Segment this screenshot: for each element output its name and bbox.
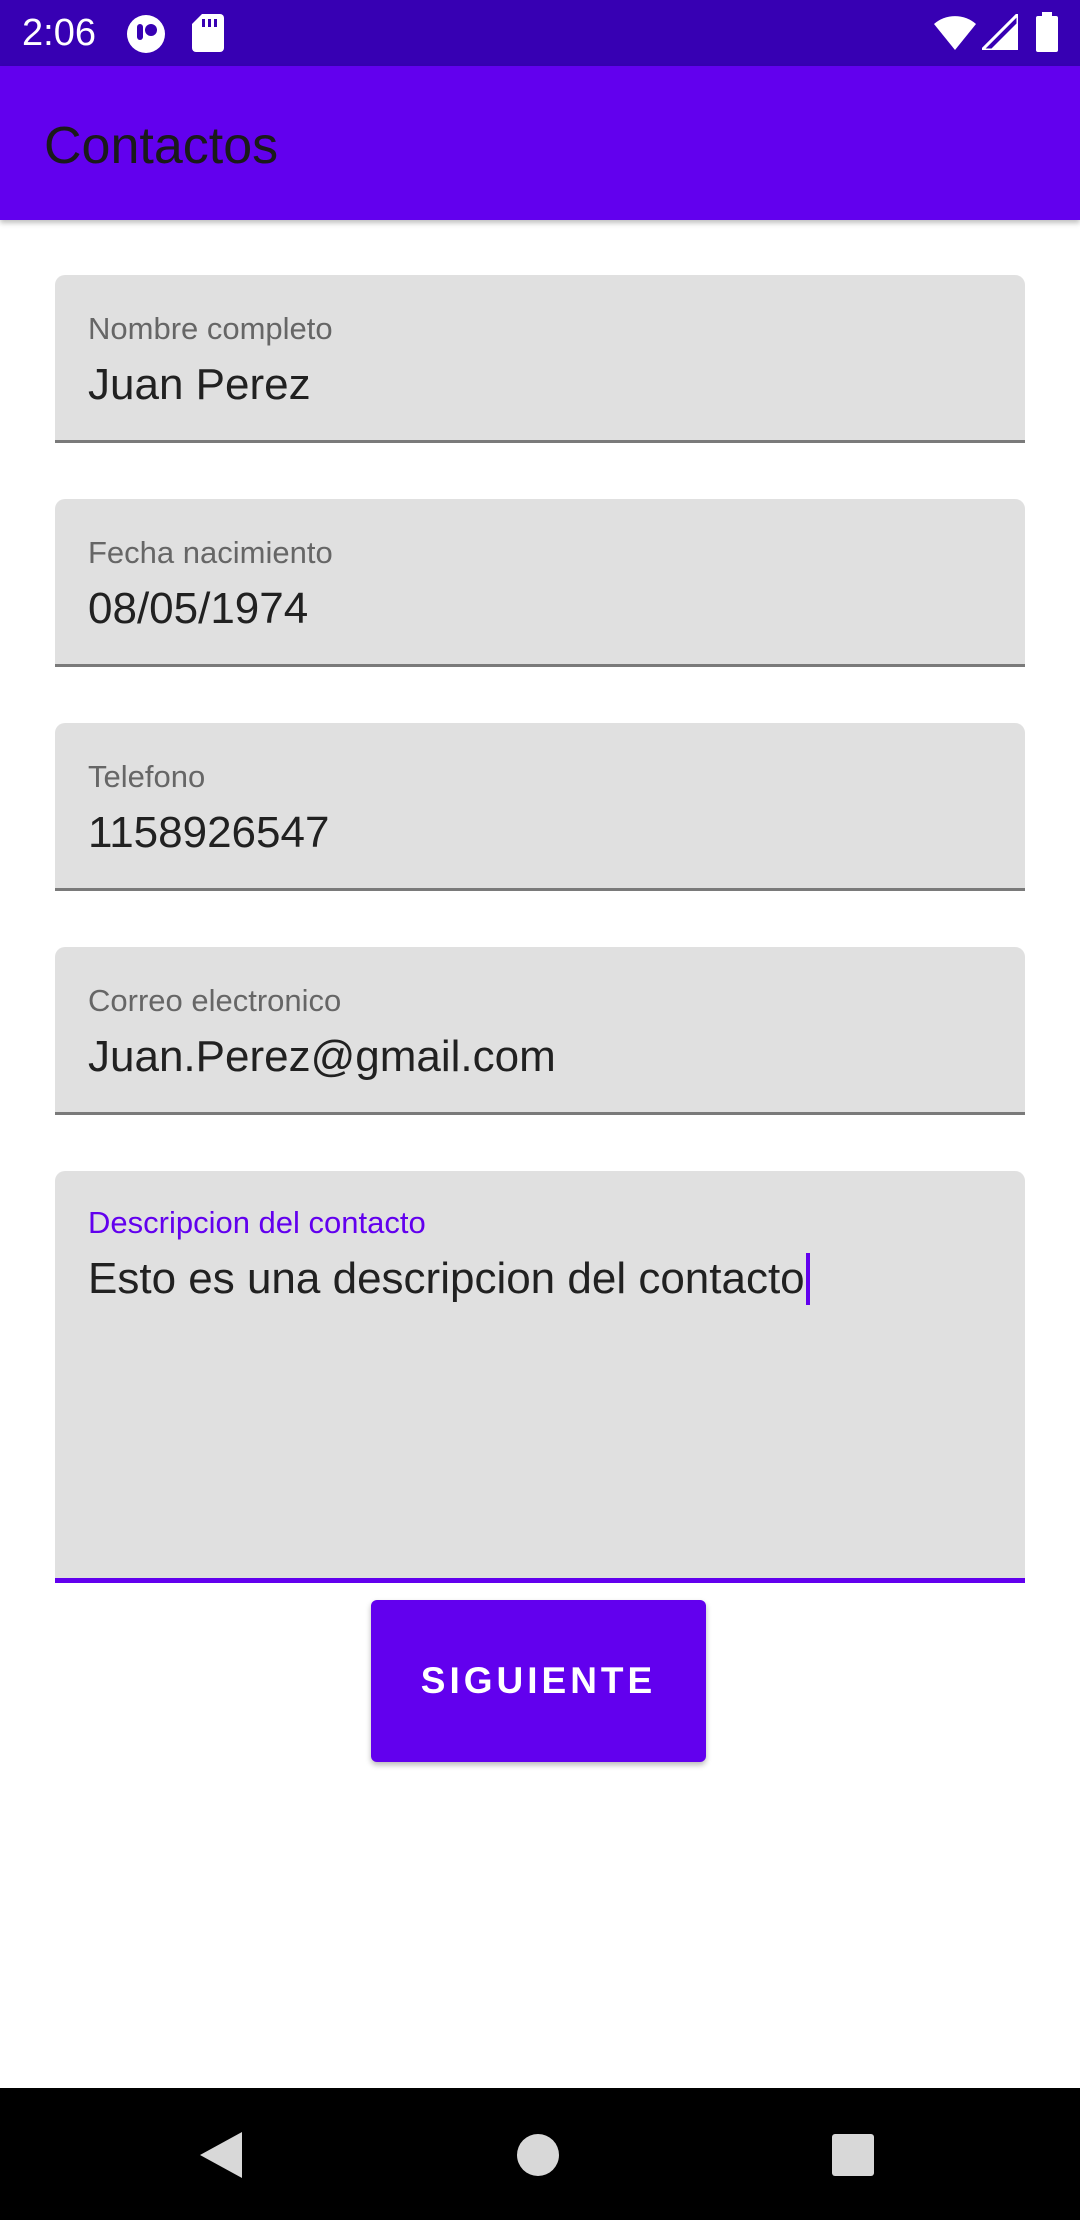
wifi-icon xyxy=(934,14,976,50)
field-value[interactable]: Juan.Perez@gmail.com xyxy=(88,1031,556,1083)
navigation-bar xyxy=(0,2088,1080,2220)
field-label: Fecha nacimiento xyxy=(88,535,333,570)
field-value[interactable]: Juan Perez xyxy=(88,359,311,411)
back-icon[interactable] xyxy=(196,2128,256,2182)
app-bar: Contactos xyxy=(0,66,1080,220)
next-button[interactable]: SIGUIENTE xyxy=(371,1600,706,1762)
email-field[interactable]: Correo electronico Juan.Perez@gmail.com xyxy=(55,947,1025,1115)
field-label: Correo electronico xyxy=(88,983,342,1018)
app-title: Contactos xyxy=(44,117,279,175)
sd-card-icon xyxy=(192,14,224,52)
recents-icon[interactable] xyxy=(826,2128,886,2182)
battery-icon xyxy=(1036,12,1058,52)
field-label: Nombre completo xyxy=(88,311,333,346)
screen: 2:06 Contactos Nombre completo Juan Pere… xyxy=(0,0,1080,2220)
field-value[interactable]: 08/05/1974 xyxy=(88,583,308,635)
home-icon[interactable] xyxy=(511,2128,571,2182)
description-field[interactable]: Descripcion del contacto Esto es una des… xyxy=(55,1171,1025,1583)
field-label: Descripcion del contacto xyxy=(88,1205,426,1240)
birth-date-field[interactable]: Fecha nacimiento 08/05/1974 xyxy=(55,499,1025,667)
field-value[interactable]: Esto es una descripcion del contacto xyxy=(88,1254,805,1303)
field-value-wrapper[interactable]: Esto es una descripcion del contacto xyxy=(88,1253,810,1305)
field-value[interactable]: 1158926547 xyxy=(88,807,329,859)
cell-signal-icon xyxy=(982,14,1018,50)
text-cursor xyxy=(805,1253,810,1305)
status-time: 2:06 xyxy=(22,12,96,54)
status-bar: 2:06 xyxy=(0,0,1080,66)
phone-field[interactable]: Telefono 1158926547 xyxy=(55,723,1025,891)
field-label: Telefono xyxy=(88,759,206,794)
app-notification-icon xyxy=(126,14,166,54)
full-name-field[interactable]: Nombre completo Juan Perez xyxy=(55,275,1025,443)
